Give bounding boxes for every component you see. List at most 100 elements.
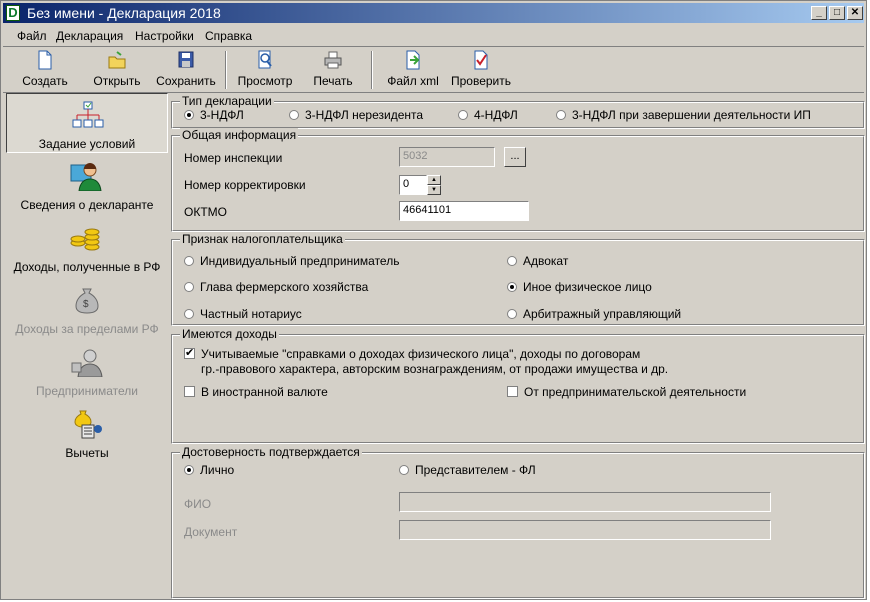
correction-number-label: Номер корректировки bbox=[184, 178, 306, 192]
check-button[interactable]: Проверить bbox=[449, 50, 513, 90]
xml-file-button[interactable]: Файл xml bbox=[383, 50, 443, 90]
entrepreneur-icon bbox=[71, 349, 103, 377]
radio-representative[interactable]: Представителем - ФЛ bbox=[399, 463, 536, 477]
fio-field[interactable] bbox=[399, 492, 771, 512]
checkbox-label: От предпринимательской деятельности bbox=[524, 385, 747, 399]
radio-label: Частный нотариус bbox=[200, 307, 302, 321]
menu-bar: Файл Декларация Настройки Справка bbox=[3, 26, 864, 47]
maximize-button[interactable]: □ bbox=[829, 6, 845, 20]
person-icon bbox=[70, 163, 102, 191]
print-label: Печать bbox=[313, 74, 353, 88]
toolbar-separator bbox=[225, 51, 227, 89]
taxpayer-type-group: Признак налогоплательщика Индивидуальный… bbox=[171, 232, 865, 326]
checkbox-label: В иностранной валюте bbox=[201, 385, 328, 399]
oktmo-field[interactable]: 46641101 bbox=[399, 201, 529, 221]
menu-help[interactable]: Справка bbox=[205, 29, 252, 43]
general-info-group: Общая информация Номер инспекции 5032 ..… bbox=[171, 128, 865, 232]
save-button[interactable]: Сохранить bbox=[153, 50, 219, 90]
radio-label: 3-НДФЛ bbox=[200, 108, 244, 122]
inspection-browse-button[interactable]: ... bbox=[504, 147, 526, 167]
close-button[interactable]: ✕ bbox=[847, 6, 863, 20]
open-label: Открыть bbox=[93, 74, 141, 88]
nav-declarant-info[interactable]: Сведения о декларанте bbox=[6, 155, 168, 215]
radio-individual-entrepreneur[interactable]: Индивидуальный предприниматель bbox=[184, 254, 399, 268]
general-info-title: Общая информация bbox=[180, 128, 299, 142]
radio-indicator bbox=[184, 282, 194, 292]
checkbox-indicator bbox=[507, 386, 518, 397]
nav-label: Доходы, полученные в РФ bbox=[13, 260, 161, 274]
checkbox-business-income[interactable]: От предпринимательской деятельности bbox=[507, 385, 746, 399]
printer-icon bbox=[324, 51, 342, 69]
radio-indicator bbox=[184, 309, 194, 319]
radio-3ndfl[interactable]: 3-НДФЛ bbox=[184, 108, 244, 122]
open-folder-icon bbox=[108, 51, 126, 69]
radio-label: Лично bbox=[200, 463, 235, 477]
radio-3ndfl-ip-closing[interactable]: 3-НДФЛ при завершении деятельности ИП bbox=[556, 108, 811, 122]
open-button[interactable]: Открыть bbox=[85, 50, 149, 90]
main-window: D Без имени - Декларация 2018 _ □ ✕ Файл… bbox=[0, 0, 867, 600]
nav-conditions[interactable]: Задание условий bbox=[6, 93, 168, 153]
menu-file[interactable]: Файл bbox=[17, 29, 47, 43]
radio-farm-head[interactable]: Глава фермерского хозяйства bbox=[184, 280, 368, 294]
nav-deductions[interactable]: Вычеты bbox=[6, 403, 168, 463]
nav-income-rf[interactable]: Доходы, полученные в РФ bbox=[6, 217, 168, 277]
taxpayer-type-title: Признак налогоплательщика bbox=[180, 232, 345, 246]
radio-label: 3-НДФЛ при завершении деятельности ИП bbox=[572, 108, 811, 122]
radio-label: Арбитражный управляющий bbox=[523, 307, 682, 321]
nav-label: Предприниматели bbox=[36, 384, 138, 398]
checkbox-reference-income[interactable]: Учитываемые "справками о доходах физичес… bbox=[184, 346, 641, 361]
money-bag-icon: $ bbox=[75, 288, 99, 314]
inspection-number-field[interactable]: 5032 bbox=[399, 147, 495, 167]
radio-indicator bbox=[184, 256, 194, 266]
checkbox-label-line2: гр.-правового характера, авторским возна… bbox=[201, 362, 669, 376]
radio-label: 3-НДФЛ нерезидента bbox=[305, 108, 424, 122]
radio-4ndfl[interactable]: 4-НДФЛ bbox=[458, 108, 518, 122]
confirmation-group: Достоверность подтверждается Лично Предс… bbox=[171, 445, 865, 599]
inspection-number-label: Номер инспекции bbox=[184, 151, 283, 165]
nav-income-abroad[interactable]: $ Доходы за пределами РФ bbox=[6, 279, 168, 339]
radio-personally[interactable]: Лично bbox=[184, 463, 234, 477]
correction-number-field[interactable]: 0 bbox=[399, 175, 427, 195]
print-button[interactable]: Печать bbox=[305, 50, 361, 90]
floppy-disk-icon bbox=[178, 51, 194, 68]
radio-indicator bbox=[556, 110, 566, 120]
checkbox-indicator bbox=[184, 346, 195, 359]
nav-entrepreneurs[interactable]: Предприниматели bbox=[6, 341, 168, 401]
left-navigation: Задание условий Сведения о декларанте До… bbox=[6, 93, 168, 598]
document-field[interactable] bbox=[399, 520, 771, 540]
radio-label: Индивидуальный предприниматель bbox=[200, 254, 400, 268]
menu-declaration[interactable]: Декларация bbox=[56, 29, 123, 43]
radio-arbitration-manager[interactable]: Арбитражный управляющий bbox=[507, 307, 681, 321]
fio-label: ФИО bbox=[184, 497, 212, 511]
incomes-group: Имеются доходы Учитываемые "справками о … bbox=[171, 327, 865, 444]
spin-down-button[interactable]: ▼ bbox=[427, 185, 441, 195]
checkbox-foreign-currency[interactable]: В иностранной валюте bbox=[184, 385, 328, 399]
title-bar: D Без имени - Декларация 2018 _ □ ✕ bbox=[3, 3, 864, 23]
toolbar: Создать Открыть Сохранить Просмотр Печат… bbox=[3, 48, 864, 93]
tree-structure-icon bbox=[72, 101, 104, 128]
spin-up-button[interactable]: ▲ bbox=[427, 175, 441, 185]
oktmo-label: ОКТМО bbox=[184, 205, 227, 219]
menu-settings[interactable]: Настройки bbox=[135, 29, 194, 43]
save-label: Сохранить bbox=[156, 74, 216, 88]
radio-indicator bbox=[458, 110, 468, 120]
create-button[interactable]: Создать bbox=[15, 50, 75, 90]
check-document-icon bbox=[474, 50, 488, 70]
preview-icon bbox=[258, 50, 272, 69]
new-document-icon bbox=[38, 50, 52, 70]
radio-notary[interactable]: Частный нотариус bbox=[184, 307, 302, 321]
radio-other-individual[interactable]: Иное физическое лицо bbox=[507, 280, 652, 294]
document-label: Документ bbox=[184, 525, 238, 539]
minimize-button[interactable]: _ bbox=[811, 6, 827, 20]
preview-button[interactable]: Просмотр bbox=[233, 50, 297, 90]
checkbox-label: Учитываемые "справками о доходах физичес… bbox=[201, 347, 641, 361]
radio-3ndfl-nonresident[interactable]: 3-НДФЛ нерезидента bbox=[289, 108, 423, 122]
deductions-icon bbox=[74, 410, 102, 439]
preview-label: Просмотр bbox=[237, 74, 293, 88]
radio-label: Иное физическое лицо bbox=[523, 280, 652, 294]
radio-label: Представителем - ФЛ bbox=[415, 463, 536, 477]
nav-label: Доходы за пределами РФ bbox=[15, 322, 159, 336]
radio-lawyer[interactable]: Адвокат bbox=[507, 254, 568, 268]
radio-indicator bbox=[507, 282, 517, 292]
xml-file-icon bbox=[406, 50, 420, 70]
